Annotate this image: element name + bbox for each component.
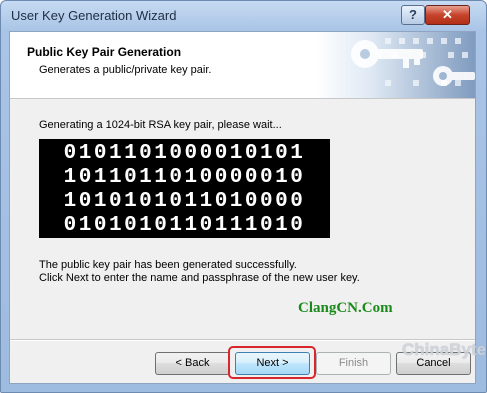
success-message: The public key pair has been generated s… (39, 259, 297, 271)
wizard-header: Public Key Pair Generation Generates a p… (10, 32, 475, 99)
back-button[interactable]: < Back (155, 352, 230, 375)
window-title: User Key Generation Wizard (11, 8, 177, 23)
title-bar[interactable]: User Key Generation Wizard ? ✕ (1, 1, 486, 31)
finish-button: Finish (316, 352, 391, 375)
close-button[interactable]: ✕ (425, 5, 470, 25)
status-text: Generating a 1024-bit RSA key pair, plea… (39, 119, 282, 131)
site-watermark: ClangCN.Com (298, 300, 393, 316)
wizard-window: User Key Generation Wizard ? ✕ Public Ke… (0, 0, 487, 393)
binary-row: 1011011010000010 (63, 166, 306, 189)
page-subtitle: Generates a public/private key pair. (39, 64, 212, 76)
binary-row: 0101010110111010 (63, 214, 306, 237)
wizard-client-area: Public Key Pair Generation Generates a p… (9, 31, 486, 384)
next-button-highlight (228, 346, 316, 379)
chinabyte-watermark: ChinaByte (402, 340, 487, 359)
page-title: Public Key Pair Generation (27, 45, 182, 59)
binary-row: 1010101011010000 (63, 190, 306, 213)
next-instruction: Click Next to enter the name and passphr… (39, 272, 360, 284)
binary-progress-display: 0101101000010101 1011011010000010 101010… (39, 139, 330, 238)
key-icon (315, 32, 475, 98)
help-button[interactable]: ? (401, 5, 425, 25)
binary-row: 0101101000010101 (63, 142, 306, 165)
